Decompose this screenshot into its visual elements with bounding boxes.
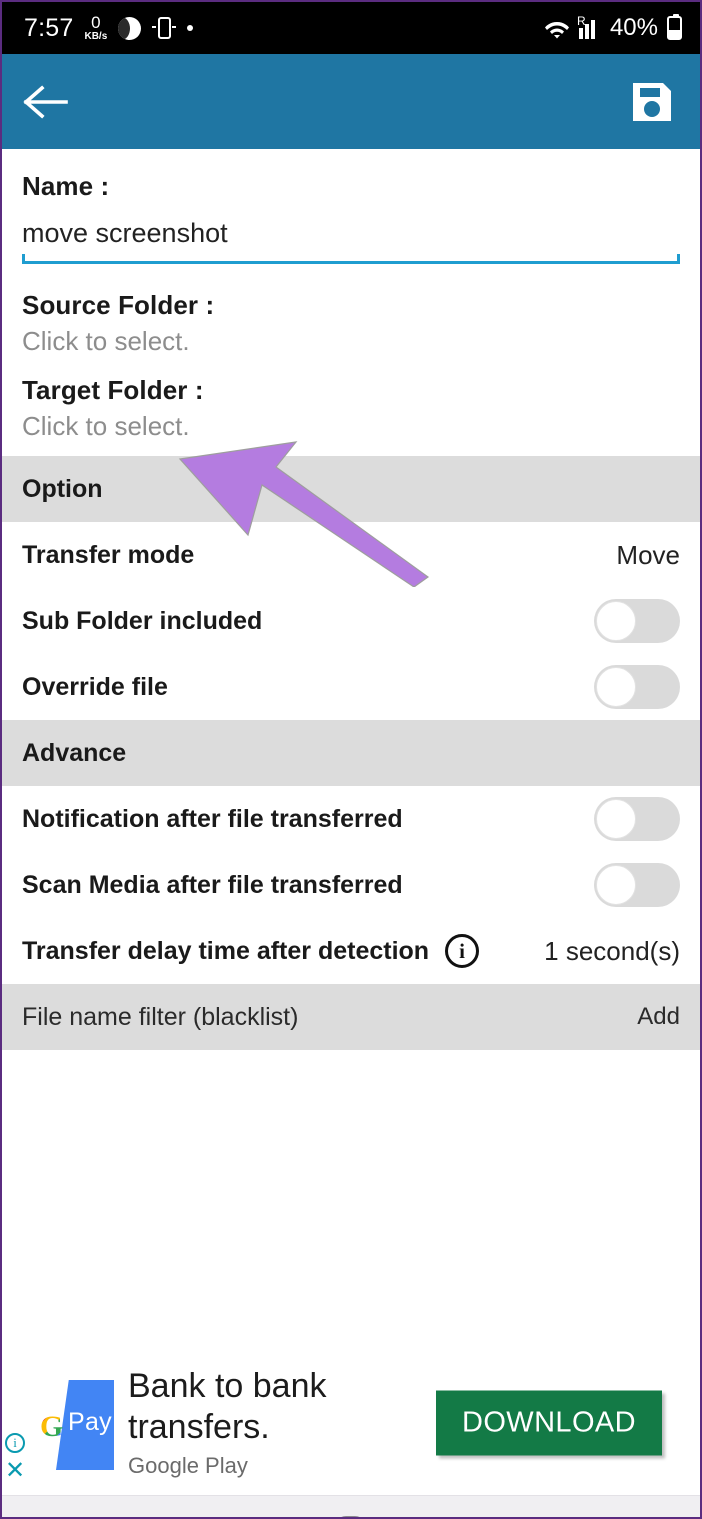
info-icon[interactable]: i [445, 934, 480, 968]
status-clock: 7:57 [24, 13, 74, 42]
row-scan-media-after-transfer[interactable]: Scan Media after file transferred [2, 852, 700, 918]
ad-headline: Bank to bank transfers. [128, 1367, 327, 1446]
phone-screen: 7:57 0 KB/s R 40% Name: move screenshot… [0, 0, 702, 1519]
battery-percent: 40% [609, 14, 658, 41]
folder-field-spacer [22, 357, 680, 375]
file-name-filter-label: File name filter (blacklist) [22, 1002, 299, 1031]
row-label-override-file: Override file [22, 672, 168, 701]
vibrate-icon [152, 17, 177, 39]
section-header-option: Option [2, 456, 700, 522]
signal-bars-icon: R [576, 14, 601, 39]
network-speed-indicator: 0 KB/s [84, 14, 107, 42]
network-speed-value: 0 [91, 13, 101, 32]
source-folder-field[interactable]: Source Folder : Click to select. [22, 290, 680, 357]
target-folder-label: Target Folder : [22, 375, 204, 405]
row-label-sub-folder-included: Sub Folder included [22, 606, 263, 635]
row-label-scan-media-after-transfer: Scan Media after file transferred [22, 870, 403, 899]
toggle-notification-after-transfer[interactable] [594, 797, 680, 841]
ad-close-icon[interactable]: ✕ [5, 1459, 25, 1483]
toggle-scan-media-after-transfer[interactable] [594, 863, 680, 907]
source-folder-label: Source Folder : [22, 290, 215, 320]
google-g-icon: G [40, 1410, 64, 1443]
empty-filter-list [2, 1050, 700, 1350]
name-input-underline [22, 254, 680, 264]
app-bar [2, 54, 700, 149]
row-transfer-mode[interactable]: Transfer mode Move [2, 522, 700, 588]
name-label: Name : [22, 171, 110, 201]
row-value-transfer-mode: Move [616, 539, 680, 570]
dot-icon [187, 25, 194, 31]
back-arrow-icon[interactable] [22, 82, 68, 122]
roaming-label: R [576, 14, 586, 28]
back-icon[interactable] [524, 1504, 644, 1517]
row-transfer-delay[interactable]: Transfer delay time after detection i 1 … [2, 918, 700, 984]
row-label-transfer-mode: Transfer mode [22, 540, 195, 569]
toggle-override-file[interactable] [594, 665, 680, 709]
name-input-value: move screenshot [22, 218, 228, 248]
home-icon[interactable] [291, 1504, 411, 1517]
moon-icon [118, 16, 142, 40]
ad-banner[interactable]: i ✕ G Pay Bank to bank transfers. Google… [2, 1350, 700, 1495]
name-input[interactable]: move screenshot [22, 218, 680, 264]
wifi-icon [544, 17, 570, 39]
battery-icon [667, 14, 682, 40]
network-speed-unit: KB/s [84, 31, 108, 42]
target-folder-field[interactable]: Target Folder : Click to select. [22, 375, 680, 442]
section-header-advance: Advance [2, 720, 700, 786]
row-notification-after-transfer[interactable]: Notification after file transferred [2, 786, 700, 852]
ad-marks: i ✕ [5, 1433, 25, 1483]
recents-icon[interactable] [58, 1504, 178, 1517]
ad-download-button[interactable]: DOWNLOAD [436, 1390, 662, 1455]
google-pay-wordmark: Pay [68, 1408, 112, 1436]
status-bar-right: R 40% [544, 14, 682, 42]
ad-info-icon[interactable]: i [5, 1433, 26, 1453]
transfer-delay-text: Transfer delay time after detection [22, 936, 430, 965]
ad-subtitle: Google Play [128, 1452, 248, 1478]
settings-content: Name : move screenshot Source Folder : C… [2, 149, 700, 1350]
row-override-file[interactable]: Override file [2, 654, 700, 720]
source-folder-value: Click to select. [22, 326, 190, 356]
target-folder-value: Click to select. [22, 411, 190, 441]
name-field-block: Name : move screenshot [2, 149, 700, 264]
google-pay-logo: G Pay [32, 1370, 114, 1475]
status-bar-left: 7:57 0 KB/s [24, 14, 544, 43]
section-header-file-name-filter: File name filter (blacklist) Add [2, 984, 700, 1050]
row-label-transfer-delay: Transfer delay time after detection i [22, 934, 480, 968]
row-value-transfer-delay: 1 second(s) [544, 935, 680, 966]
ad-text: Bank to bank transfers. Google Play [128, 1366, 428, 1478]
row-sub-folder-included[interactable]: Sub Folder included [2, 588, 700, 654]
row-label-notification-after-transfer: Notification after file transferred [22, 804, 403, 833]
toggle-sub-folder-included[interactable] [594, 599, 680, 643]
add-filter-button[interactable]: Add [637, 1003, 680, 1031]
status-bar: 7:57 0 KB/s R 40% [2, 2, 700, 54]
save-floppy-icon[interactable] [630, 80, 674, 124]
folder-fields: Source Folder : Click to select. Target … [2, 264, 700, 456]
navigation-bar [2, 1495, 700, 1517]
